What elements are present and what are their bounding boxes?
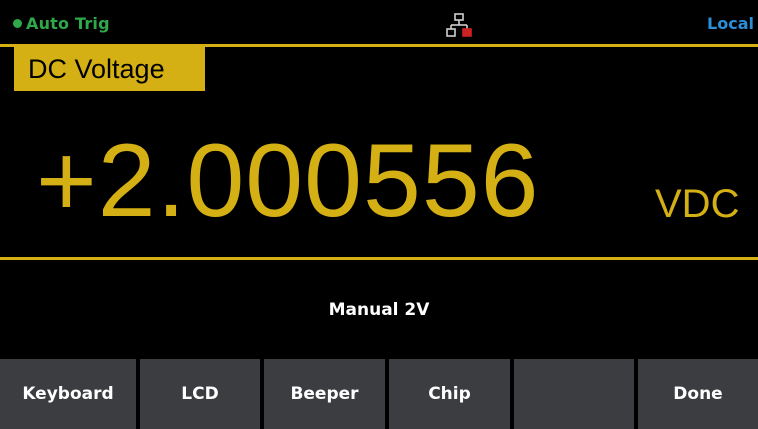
softkey-lcd[interactable]: LCD (140, 359, 260, 429)
range-status: Manual 2V (328, 300, 430, 320)
softkey-done[interactable]: Done (638, 359, 758, 429)
trigger-mode-label: Auto Trig (26, 14, 110, 33)
softkey-keyboard[interactable]: Keyboard (0, 359, 136, 429)
softkey-chip[interactable]: Chip (389, 359, 510, 429)
measurement-reading: +2.000556 (36, 123, 540, 239)
softkey-beeper[interactable]: Beeper (264, 359, 385, 429)
reading-divider (0, 257, 758, 260)
softkey-menu: Keyboard LCD Beeper Chip Done (0, 359, 758, 429)
softkey-empty[interactable] (514, 359, 634, 429)
status-bar: Auto Trig Local (0, 0, 758, 40)
network-lan-icon (446, 13, 472, 37)
trigger-status-indicator (13, 19, 22, 28)
remote-local-status: Local (707, 14, 754, 33)
measurement-unit: VDC (655, 182, 740, 226)
measurement-function-label: DC Voltage (14, 47, 205, 91)
